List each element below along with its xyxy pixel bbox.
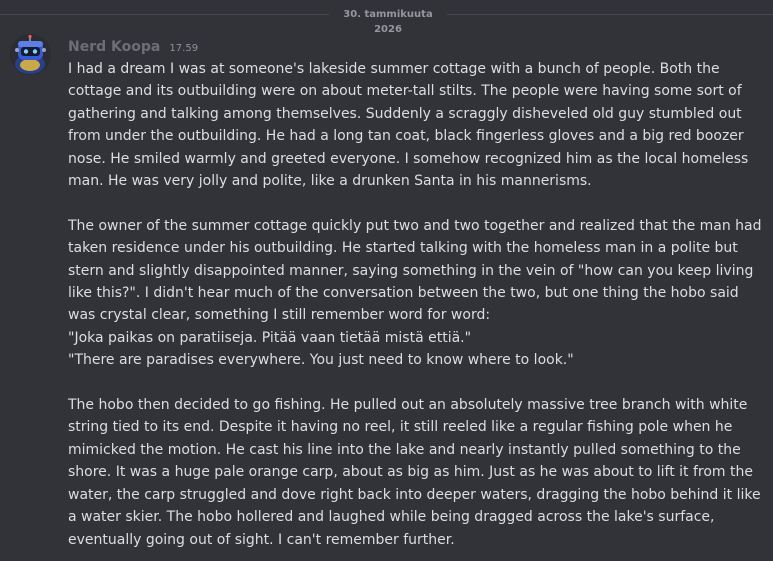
username[interactable]: Nerd Koopa: [68, 39, 160, 55]
message-paragraph: The owner of the summer cottage quickly …: [68, 217, 762, 324]
message-paragraph: The hobo then decided to go fishing. He …: [68, 397, 761, 548]
message-content: I had a dream I was at someone's lakesid…: [68, 58, 768, 551]
message-header: Nerd Koopa 17.59: [68, 36, 198, 56]
message-timestamp[interactable]: 17.59: [169, 43, 198, 54]
koopa-robot-avatar-icon: [10, 34, 51, 75]
avatar[interactable]: [10, 34, 51, 75]
paragraph-spacer: [68, 192, 768, 214]
paragraph-spacer: [68, 372, 768, 394]
date-divider-label: 30. tammikuuta 2026: [329, 7, 447, 35]
message-quote-english: "There are paradises everywhere. You jus…: [68, 352, 574, 369]
message-quote-finnish: "Joka paikas on paratiiseja. Pitää vaan …: [68, 329, 472, 346]
message-paragraph: I had a dream I was at someone's lakesid…: [68, 61, 749, 190]
